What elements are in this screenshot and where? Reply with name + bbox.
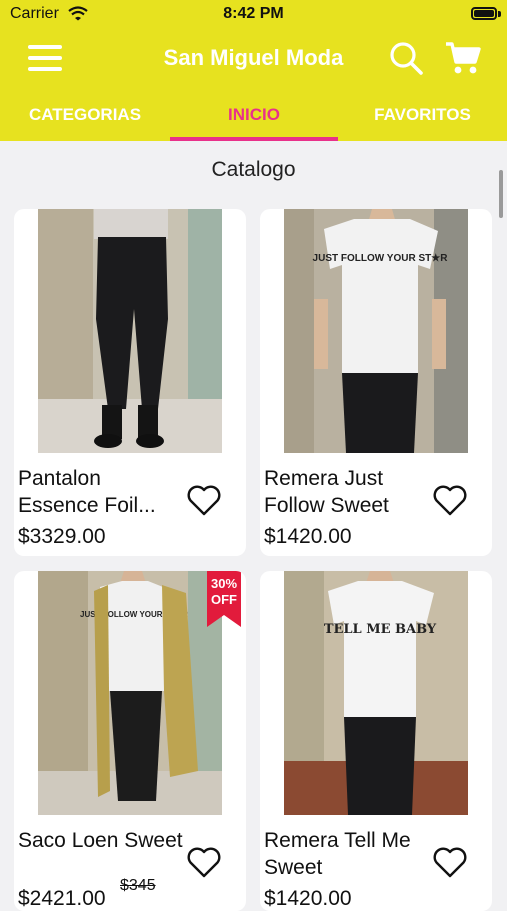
search-icon[interactable] <box>388 40 424 76</box>
tab-favoritos[interactable]: FAVORITOS <box>338 88 507 141</box>
tab-bar: CATEGORIAS INICIO FAVORITOS <box>0 88 507 141</box>
scrollbar[interactable] <box>499 170 503 218</box>
battery-tip <box>498 11 501 17</box>
product-name: Pantalon Essence Foil... <box>18 467 156 517</box>
product-price: $1420.00 <box>264 887 352 910</box>
cart-icon[interactable] <box>444 40 482 76</box>
product-old-price: $345 <box>120 877 156 894</box>
product-image: TELL ME BABY <box>284 571 468 815</box>
app-title: San Miguel Moda <box>163 45 344 70</box>
product-name: Remera Tell Me Sweet <box>264 829 411 879</box>
shirt-print-text: TELL ME BABY <box>324 622 437 637</box>
status-bar: Carrier 8:42 PM <box>0 0 507 30</box>
product-price: $1420.00 <box>264 525 352 548</box>
tab-categorias[interactable]: CATEGORIAS <box>0 88 170 141</box>
product-image: JUST FOLLOW YOUR ST★R <box>284 209 468 453</box>
product-name: Saco Loen Sweet <box>18 829 183 852</box>
battery-icon <box>471 7 497 20</box>
favorite-heart-icon[interactable] <box>432 483 468 517</box>
status-time: 8:42 PM <box>223 5 284 22</box>
product-card[interactable]: JUST FOLLOW YOUR ST★R 30% OFF Saco Loen … <box>14 571 246 911</box>
catalog-title: Catalogo <box>211 158 296 181</box>
product-price: $2421.00 <box>18 887 106 910</box>
product-card[interactable]: TELL ME BABY Remera Tell Me Sweet $1420.… <box>260 571 492 911</box>
shirt-print-text: JUST FOLLOW YOUR ST★R <box>313 253 449 264</box>
favorite-heart-icon[interactable] <box>186 845 222 879</box>
product-image: JUST FOLLOW YOUR ST★R <box>38 571 222 815</box>
product-price: $3329.00 <box>18 525 106 548</box>
favorite-heart-icon[interactable] <box>186 483 222 517</box>
active-tab-indicator <box>170 137 338 141</box>
product-image <box>38 209 222 453</box>
tab-inicio[interactable]: INICIO <box>170 88 338 141</box>
product-card[interactable]: JUST FOLLOW YOUR ST★R Remera Just Follow… <box>260 209 492 556</box>
product-name: Remera Just Follow Sweet <box>264 467 389 517</box>
favorite-heart-icon[interactable] <box>432 845 468 879</box>
product-card[interactable]: Pantalon Essence Foil... $3329.00 <box>14 209 246 556</box>
nav-bar: San Miguel Moda <box>0 30 507 88</box>
discount-badge-text: 30% OFF <box>210 576 238 607</box>
